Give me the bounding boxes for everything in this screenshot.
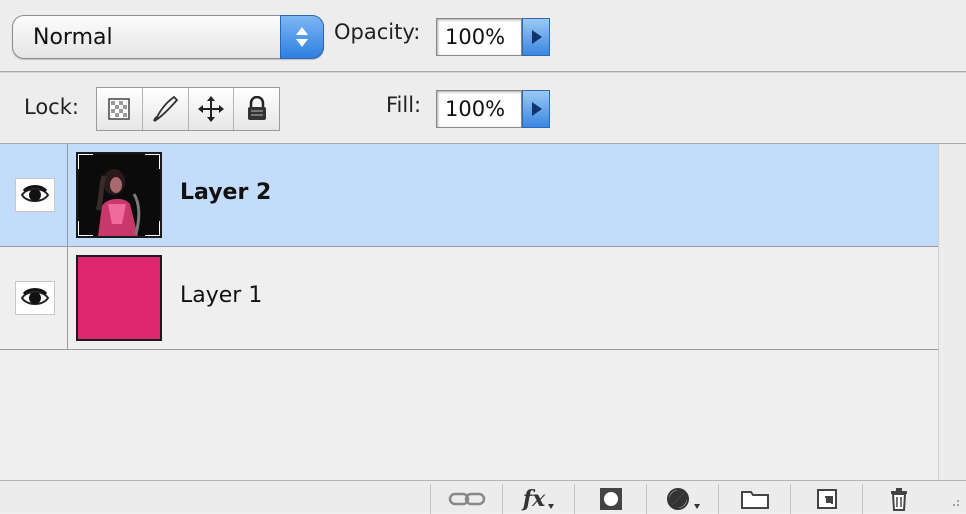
visibility-cell	[0, 247, 68, 349]
layer-list: Layer 2 Layer 1	[0, 144, 938, 480]
layers-footer-toolbar: fx	[0, 480, 966, 514]
lock-buttons	[96, 87, 280, 131]
layer-row-layer-2[interactable]: Layer 2	[0, 144, 938, 247]
add-layer-mask-button[interactable]	[574, 484, 646, 514]
blend-opacity-bar: Normal Opacity: 100%	[0, 0, 966, 72]
delete-layer-button[interactable]	[862, 484, 934, 514]
lock-image-pixels-icon	[153, 95, 179, 123]
lock-image-pixels-button[interactable]	[142, 88, 189, 130]
layer-style-button[interactable]: fx	[502, 484, 574, 514]
link-layers-icon	[448, 492, 485, 506]
layer-name[interactable]: Layer 1	[180, 283, 262, 308]
folder-icon	[740, 491, 769, 509]
lock-position-icon	[197, 96, 224, 122]
layer-row-layer-1[interactable]: Layer 1	[0, 247, 938, 350]
layer-list-empty-area	[0, 350, 938, 480]
fill-value: 100%	[445, 97, 506, 121]
lock-label: Lock:	[24, 95, 79, 119]
layer-thumbnail[interactable]	[76, 255, 162, 341]
blend-mode-value: Normal	[33, 25, 113, 50]
layer-name[interactable]: Layer 2	[180, 180, 271, 205]
link-layers-button[interactable]	[430, 484, 502, 514]
selection-corner	[145, 221, 160, 236]
lock-all-icon	[247, 96, 266, 120]
eye-icon	[20, 185, 50, 202]
up-down-arrows-icon	[296, 27, 308, 47]
opacity-label: Opacity:	[334, 20, 421, 44]
layer-thumbnail[interactable]	[76, 152, 162, 238]
menu-triangle-icon	[694, 504, 700, 509]
opacity-input[interactable]: 100%	[436, 18, 522, 56]
lock-all-button[interactable]	[234, 88, 279, 130]
triangle-right-icon	[532, 102, 542, 116]
trash-icon	[890, 488, 907, 511]
blend-mode-select[interactable]: Normal	[12, 15, 324, 59]
selection-corner	[78, 221, 93, 236]
resize-grip-icon[interactable]	[950, 499, 960, 509]
eye-icon	[20, 288, 50, 305]
layer-list-scrollbar[interactable]	[938, 144, 966, 480]
blend-mode-stepper[interactable]	[280, 15, 324, 59]
lock-transparency-icon	[108, 98, 131, 120]
adjustment-layer-button[interactable]	[646, 484, 718, 514]
visibility-toggle[interactable]	[15, 178, 55, 212]
lock-position-button[interactable]	[188, 88, 235, 130]
fx-icon: fx	[522, 486, 546, 512]
visibility-cell	[0, 144, 68, 246]
lock-transparency-button[interactable]	[97, 88, 143, 130]
layer-mask-icon	[599, 488, 622, 510]
fill-input[interactable]: 100%	[436, 90, 522, 128]
opacity-slider-button[interactable]	[522, 18, 550, 56]
fill-slider-button[interactable]	[522, 90, 550, 128]
adjustment-layer-icon	[667, 488, 689, 510]
new-layer-icon	[816, 489, 837, 509]
layers-panel: Normal Opacity: 100% Lock: Fill: 100% La…	[0, 0, 966, 514]
triangle-right-icon	[532, 30, 542, 44]
lock-fill-bar: Lock: Fill: 100%	[0, 72, 966, 144]
menu-triangle-icon	[548, 504, 555, 509]
fill-label: Fill:	[386, 93, 422, 117]
selection-corner	[145, 154, 160, 169]
opacity-value: 100%	[445, 25, 506, 49]
visibility-toggle[interactable]	[15, 281, 55, 315]
new-layer-button[interactable]	[790, 484, 862, 514]
new-group-button[interactable]	[718, 484, 790, 514]
selection-corner	[78, 154, 93, 169]
